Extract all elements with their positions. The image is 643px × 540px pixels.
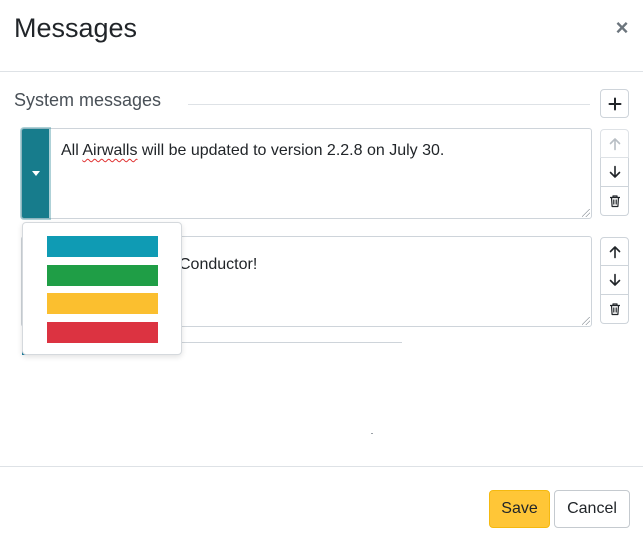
move-up-button[interactable]: [600, 129, 629, 158]
caret-down-icon: [31, 171, 40, 176]
stray-mark: [371, 433, 373, 434]
save-button[interactable]: Save: [489, 490, 550, 528]
delete-button[interactable]: [600, 187, 629, 216]
message-textarea[interactable]: Conductor!: [179, 255, 581, 275]
message-text-suffix: will be updated to version 2.2.8 on July…: [137, 142, 445, 159]
move-up-button[interactable]: [600, 237, 629, 266]
legend-rule: [188, 104, 590, 105]
message-text-prefix: All: [61, 142, 83, 159]
color-toggle-button[interactable]: [22, 129, 49, 218]
move-down-button[interactable]: [600, 266, 629, 295]
close-icon: ×: [615, 15, 629, 40]
resize-grip[interactable]: [582, 317, 590, 325]
header-divider: [0, 71, 643, 72]
message-textarea[interactable]: All Airwalls will be updated to version …: [61, 141, 581, 161]
color-option-green[interactable]: [47, 265, 158, 286]
trash-icon: [609, 195, 620, 208]
delete-button[interactable]: [600, 295, 629, 324]
cancel-button[interactable]: Cancel: [554, 490, 630, 528]
trash-icon: [609, 303, 620, 316]
hidden-row-edge: [181, 342, 402, 343]
color-option-teal[interactable]: [47, 236, 158, 257]
resize-grip[interactable]: [582, 209, 590, 217]
modal-title: Messages: [14, 13, 138, 43]
move-down-button[interactable]: [600, 158, 629, 187]
color-dropdown-menu: [22, 222, 182, 355]
color-option-red[interactable]: [47, 322, 158, 343]
arrow-down-icon: [609, 273, 620, 286]
section-legend: System messages: [14, 90, 162, 110]
color-option-yellow[interactable]: [47, 293, 158, 314]
footer-divider: [0, 466, 643, 467]
close-button[interactable]: ×: [610, 16, 634, 40]
arrow-down-icon: [609, 165, 620, 178]
arrow-up-icon: [609, 245, 620, 258]
message-text: Conductor!: [179, 256, 258, 273]
message-text-misspelled: Airwalls: [82, 142, 138, 159]
plus-icon: [608, 97, 621, 110]
message-row: All Airwalls will be updated to version …: [21, 128, 592, 219]
add-message-button[interactable]: [600, 89, 629, 118]
arrow-up-icon: [609, 137, 620, 150]
